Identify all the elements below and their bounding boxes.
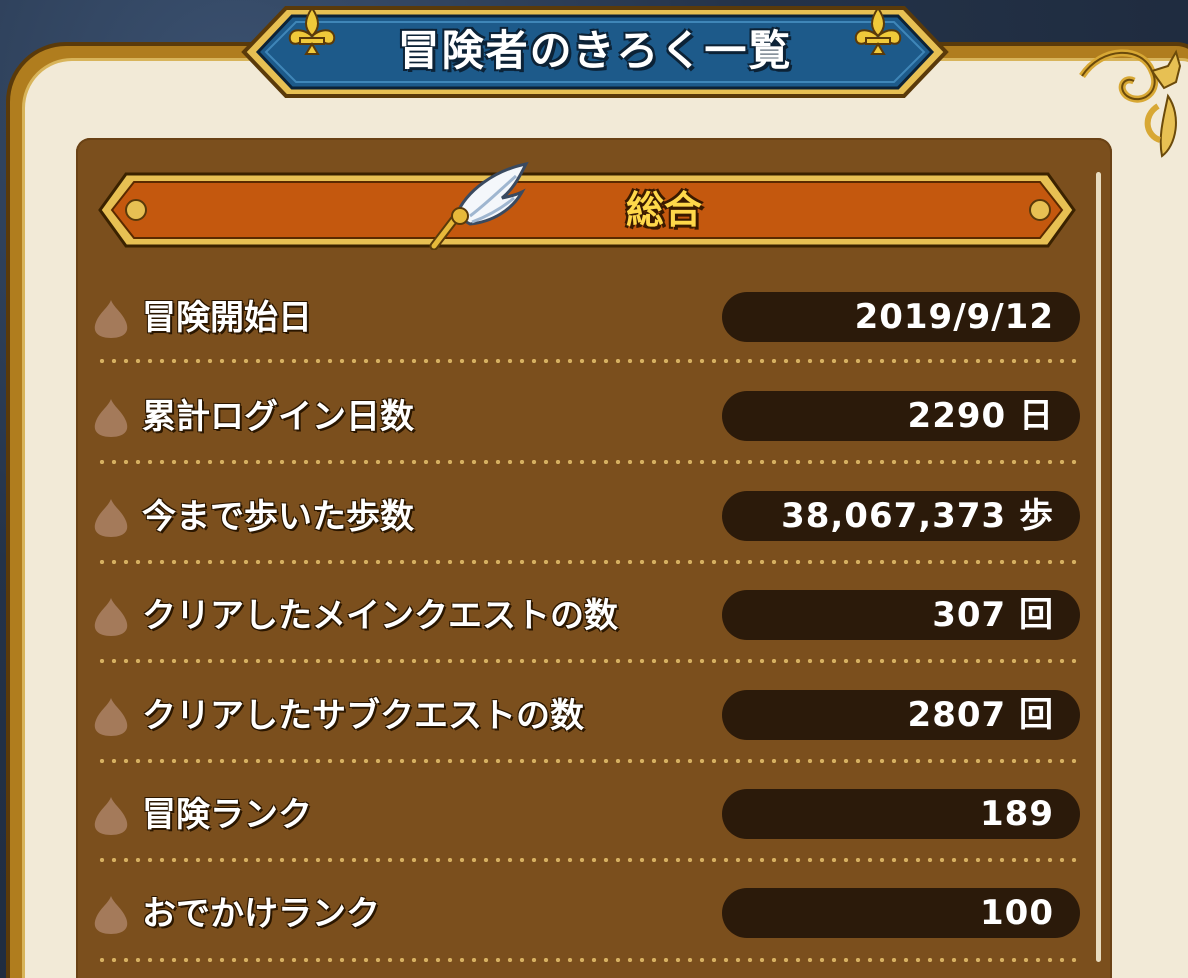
- record-value-box: 2019/9/12: [722, 292, 1080, 342]
- record-label: クリアしたメインクエストの数: [142, 596, 618, 636]
- record-row: 今まで歩いた歩数 38,067,373 歩: [90, 481, 1085, 553]
- record-value-box: 2807 回: [722, 690, 1080, 740]
- record-value-box: 189: [722, 789, 1080, 839]
- record-value-box: 38,067,373 歩: [722, 491, 1080, 541]
- scrollbar[interactable]: [1096, 172, 1101, 962]
- slime-icon: [94, 797, 128, 835]
- record-label: 冒険ランク: [142, 795, 312, 835]
- title-banner: 冒険者のきろく一覧: [226, 2, 964, 102]
- record-label: 今まで歩いた歩数: [142, 497, 414, 537]
- record-row: クリアしたメインクエストの数 307 回: [90, 580, 1085, 652]
- records-screen: 冒険者のきろく一覧 総合 冒険開始日 2019/9/12 累計ログイン日数 22…: [0, 0, 1188, 978]
- record-row: クリアしたサブクエストの数 2807 回: [90, 680, 1085, 752]
- record-value: 2807 回: [907, 695, 1054, 735]
- slime-icon: [94, 896, 128, 934]
- record-value: 100: [980, 893, 1054, 933]
- records-panel: [76, 138, 1112, 978]
- divider: [96, 359, 1080, 363]
- divider: [96, 560, 1080, 564]
- divider: [96, 958, 1080, 962]
- divider: [96, 659, 1080, 663]
- record-label: おでかけランク: [142, 894, 380, 934]
- record-value: 2019/9/12: [854, 297, 1054, 337]
- record-value: 38,067,373 歩: [781, 496, 1054, 536]
- slime-icon: [94, 300, 128, 338]
- section-header: 総合: [96, 168, 1078, 252]
- record-value: 189: [980, 794, 1054, 834]
- divider: [96, 858, 1080, 862]
- slime-icon: [94, 598, 128, 636]
- record-value-box: 100: [722, 888, 1080, 938]
- record-row: おでかけランク 100: [90, 878, 1085, 950]
- record-value-box: 307 回: [722, 590, 1080, 640]
- page-title: 冒険者のきろく一覧: [397, 26, 793, 75]
- slime-icon: [94, 399, 128, 437]
- record-row: 累計ログイン日数 2290 日: [90, 381, 1085, 453]
- record-row: 冒険開始日 2019/9/12: [90, 282, 1085, 354]
- slime-icon: [94, 698, 128, 736]
- record-value: 2290 日: [907, 396, 1054, 436]
- slime-icon: [94, 499, 128, 537]
- record-value-box: 2290 日: [722, 391, 1080, 441]
- record-label: 累計ログイン日数: [142, 397, 414, 437]
- record-row: 冒険ランク 189: [90, 779, 1085, 851]
- record-value: 307 回: [932, 595, 1054, 635]
- record-label: クリアしたサブクエストの数: [142, 696, 584, 736]
- record-label: 冒険開始日: [142, 298, 312, 338]
- divider: [96, 759, 1080, 763]
- section-title: 総合: [626, 188, 703, 232]
- divider: [96, 460, 1080, 464]
- winged-quill-icon: [429, 161, 529, 250]
